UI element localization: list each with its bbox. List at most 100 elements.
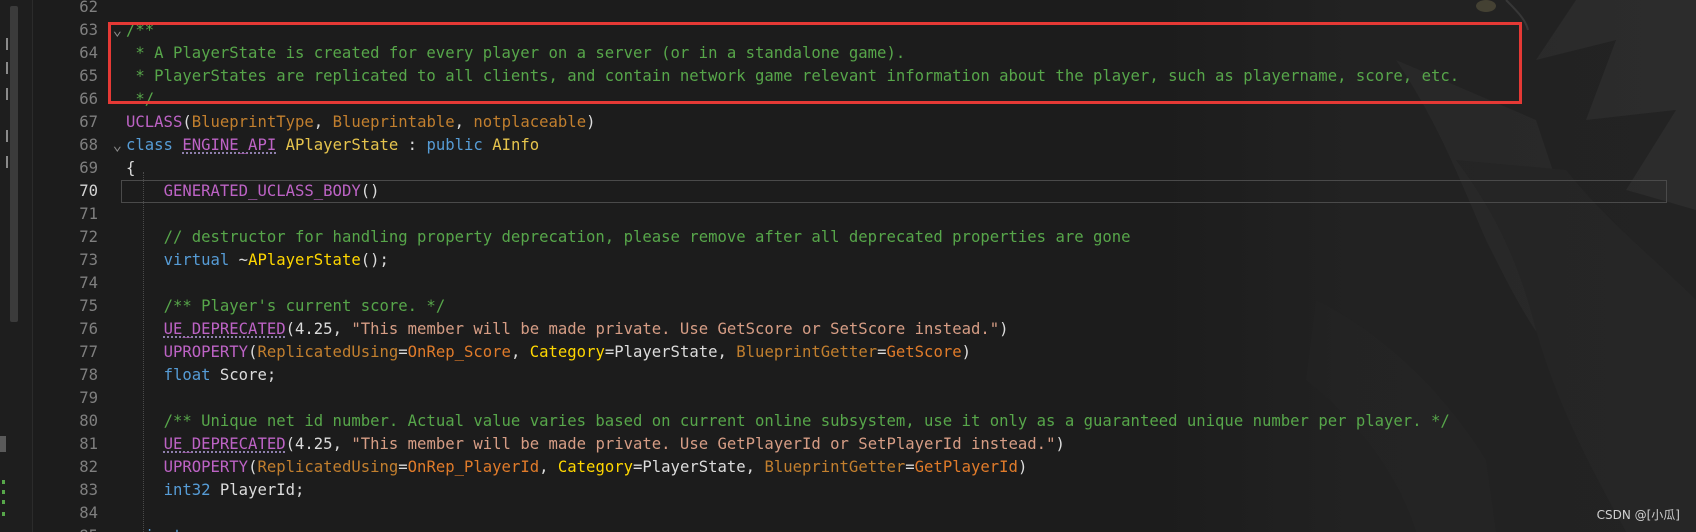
code-line[interactable]: 79 — [32, 387, 1696, 410]
code-token: ( — [182, 113, 192, 131]
code-token: UPROPERTY — [163, 343, 249, 361]
code-text[interactable]: UE_DEPRECATED(4.25, "This member will be… — [126, 320, 1009, 338]
code-line[interactable]: 71 — [32, 203, 1696, 226]
code-token: BlueprintType — [191, 113, 314, 131]
scrollbar-gutter[interactable] — [0, 0, 33, 532]
code-token: , — [510, 343, 530, 361]
code-token: (); — [360, 251, 389, 269]
code-line[interactable]: 70 GENERATED_UCLASS_BODY() — [32, 180, 1696, 203]
code-text[interactable]: /** Unique net id number. Actual value v… — [126, 412, 1450, 430]
code-token: ReplicatedUsing — [257, 343, 399, 361]
code-token: , — [454, 113, 474, 131]
added-line-marker — [2, 480, 5, 484]
code-line[interactable]: 80 /** Unique net id number. Actual valu… — [32, 410, 1696, 433]
code-token: GENERATED_UCLASS_BODY — [163, 182, 361, 200]
code-token: Score; — [210, 366, 277, 384]
code-line[interactable]: 83 int32 PlayerId; — [32, 479, 1696, 502]
code-token: public — [426, 136, 483, 154]
added-line-marker — [2, 512, 5, 516]
watermark: CSDN @[小瓜] — [1596, 508, 1680, 522]
code-line[interactable]: 75 /** Player's current score. */ — [32, 295, 1696, 318]
fold-chevron-icon[interactable]: ⌄ — [98, 134, 126, 157]
code-line[interactable]: 66 */ — [32, 88, 1696, 111]
scrollbar-thumb[interactable] — [10, 6, 18, 322]
code-line[interactable]: 65 * PlayerStates are replicated to all … — [32, 65, 1696, 88]
code-line[interactable]: 64 * A PlayerState is created for every … — [32, 42, 1696, 65]
code-token: // destructor for handling property depr… — [163, 228, 1131, 246]
code-text[interactable]: UPROPERTY(ReplicatedUsing=OnRep_PlayerId… — [126, 458, 1028, 476]
code-token: =PlayerState, — [604, 343, 737, 361]
code-text[interactable]: class ENGINE_API APlayerState : public A… — [126, 136, 539, 154]
code-text[interactable]: { — [126, 159, 135, 177]
code-token: ~ — [229, 251, 249, 269]
code-line[interactable]: 73 virtual ~APlayerState(); — [32, 249, 1696, 272]
line-number: 80 — [79, 412, 98, 430]
code-line[interactable]: 62 — [32, 0, 1696, 19]
code-line[interactable]: 68 ⌄ class ENGINE_API APlayerState : publi… — [32, 134, 1696, 157]
code-token: UPROPERTY — [163, 458, 249, 476]
code-token: BlueprintGetter — [736, 343, 878, 361]
code-lines[interactable]: 62 63 ⌄/** 64 * A PlayerState is created fo… — [32, 0, 1696, 532]
code-line[interactable]: 81 UE_DEPRECATED(4.25, "This member will… — [32, 433, 1696, 456]
code-editor[interactable]: 62 63 ⌄/** 64 * A PlayerState is created fo… — [0, 0, 1696, 532]
code-text[interactable]: * PlayerStates are replicated to all cli… — [126, 67, 1459, 85]
code-token: : — [398, 136, 427, 154]
code-token: GetScore — [886, 343, 962, 361]
line-number: 65 — [79, 67, 98, 85]
code-text[interactable]: float Score; — [126, 366, 277, 384]
code-line[interactable]: 74 — [32, 272, 1696, 295]
added-line-marker — [2, 500, 5, 504]
line-number: 71 — [79, 205, 98, 223]
code-text[interactable]: UCLASS(BlueprintType, Blueprintable, not… — [126, 113, 595, 131]
code-token: notplaceable — [473, 113, 587, 131]
line-number: 70 — [79, 182, 98, 200]
code-token: */ — [126, 90, 155, 108]
fold-chevron-icon[interactable]: ⌄ — [98, 19, 126, 42]
code-text[interactable]: GENERATED_UCLASS_BODY() — [121, 180, 1667, 203]
code-text[interactable]: UE_DEPRECATED(4.25, "This member will be… — [126, 435, 1065, 453]
code-text[interactable]: int32 PlayerId; — [126, 481, 305, 499]
code-text[interactable]: // destructor for handling property depr… — [126, 228, 1131, 246]
code-line[interactable]: 84 — [32, 502, 1696, 525]
code-token: = — [398, 458, 408, 476]
code-line[interactable]: 82 UPROPERTY(ReplicatedUsing=OnRep_Playe… — [32, 456, 1696, 479]
code-text[interactable]: UPROPERTY(ReplicatedUsing=OnRep_Score, C… — [126, 343, 971, 361]
code-token: ) — [586, 113, 596, 131]
code-token: ) — [961, 343, 971, 361]
code-token: OnRep_Score — [407, 343, 511, 361]
code-token: , — [313, 113, 333, 131]
code-token: (4.25, — [285, 435, 352, 453]
code-token: ) — [1055, 435, 1065, 453]
code-token: = — [398, 343, 408, 361]
code-line[interactable]: 85 private: — [32, 525, 1696, 532]
code-line[interactable]: 77 UPROPERTY(ReplicatedUsing=OnRep_Score… — [32, 341, 1696, 364]
code-line[interactable]: 69 { — [32, 157, 1696, 180]
code-text[interactable]: private: — [126, 527, 201, 532]
code-line[interactable]: 63 ⌄/** — [32, 19, 1696, 42]
code-text[interactable]: /** Player's current score. */ — [126, 297, 446, 315]
code-token: Category — [557, 458, 633, 476]
line-number: 69 — [79, 159, 98, 177]
code-line[interactable]: 76 UE_DEPRECATED(4.25, "This member will… — [32, 318, 1696, 341]
code-token: /** — [126, 21, 155, 39]
code-token: , — [539, 458, 558, 476]
code-text[interactable]: * A PlayerState is created for every pla… — [126, 44, 905, 62]
code-token: APlayerState — [248, 251, 361, 269]
line-number: 84 — [79, 504, 98, 522]
code-token: * A PlayerState is created for every pla… — [126, 44, 906, 62]
code-text[interactable]: virtual ~APlayerState(); — [126, 251, 389, 269]
code-line[interactable]: 78 float Score; — [32, 364, 1696, 387]
code-line[interactable]: 67 UCLASS(BlueprintType, Blueprintable, n… — [32, 111, 1696, 134]
code-text[interactable]: /** — [126, 21, 154, 39]
code-token: virtual — [163, 251, 230, 269]
code-text[interactable]: */ — [126, 90, 154, 108]
code-line[interactable]: 72 // destructor for handling property d… — [32, 226, 1696, 249]
